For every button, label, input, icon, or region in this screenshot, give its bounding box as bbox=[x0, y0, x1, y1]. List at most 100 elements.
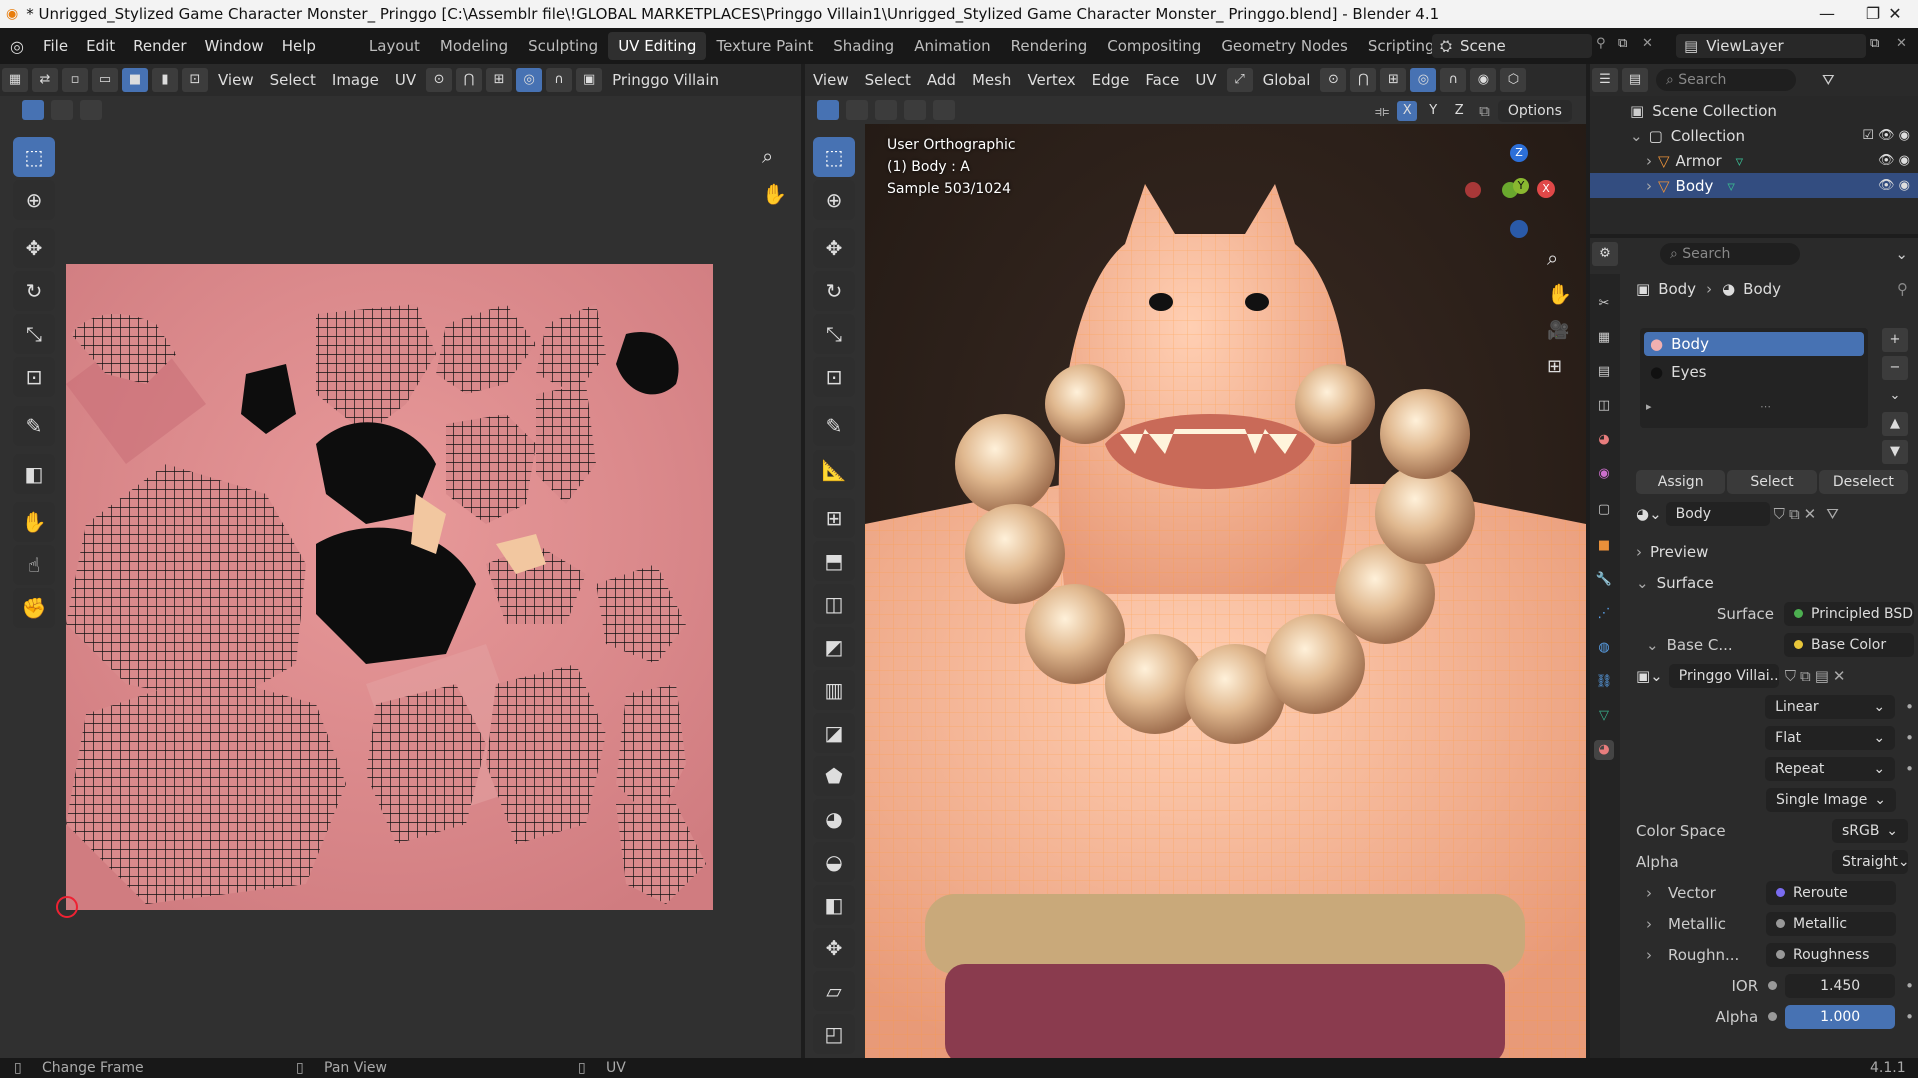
uv-editor[interactable]: ▦ ⇄ ▫ ▭ ■ ▮ ⊡ View Select Image UV ⊙ ⋂ ⊞… bbox=[0, 64, 801, 1058]
display-mode-icon[interactable]: ▤ bbox=[1622, 68, 1648, 92]
vp-menu-face[interactable]: Face bbox=[1137, 71, 1187, 89]
tool-scale[interactable]: ⤡ bbox=[13, 314, 55, 354]
options-dropdown[interactable]: Options bbox=[1497, 100, 1572, 122]
tool-pinch[interactable]: ✊ bbox=[13, 588, 55, 628]
select-extend-icon[interactable] bbox=[51, 100, 73, 120]
gizmo-neg-z-axis[interactable] bbox=[1510, 220, 1528, 238]
tool-cursor[interactable]: ⊕ bbox=[13, 180, 55, 220]
vp-tool-shrink-fatten[interactable]: ✥ bbox=[813, 928, 855, 968]
select-subtract-icon[interactable] bbox=[80, 100, 102, 120]
tool-grab[interactable]: ✋ bbox=[13, 502, 55, 542]
render-tab-icon[interactable]: ▦ bbox=[1594, 328, 1614, 348]
add-slot-icon[interactable]: + bbox=[1882, 328, 1908, 352]
image-save-icon[interactable]: ▤ bbox=[1815, 667, 1829, 685]
body-visibility-toggles[interactable]: 👁 ◉ bbox=[1878, 178, 1910, 193]
ior-value-field[interactable]: 1.450 bbox=[1785, 973, 1896, 998]
image-name-field[interactable]: Pringgo Villain bbox=[604, 71, 727, 89]
collection-row[interactable]: ⌄ ▢ Collection ☑ 👁 ◉ bbox=[1590, 123, 1918, 148]
armor-visibility-toggles[interactable]: 👁 ◉ bbox=[1878, 153, 1910, 168]
snap-icon[interactable]: ⋂ bbox=[456, 68, 483, 92]
viewport-gizmo-icon[interactable]: ⬡ bbox=[1500, 68, 1527, 92]
select-new-icon[interactable] bbox=[22, 100, 44, 120]
interpolation-dropdown[interactable]: Linear ⌄ bbox=[1765, 694, 1896, 719]
proj-keyframe-dot-icon[interactable]: • bbox=[1905, 729, 1914, 747]
vp-tool-cursor[interactable]: ⊕ bbox=[813, 180, 855, 220]
close-button[interactable]: ✕ bbox=[1872, 0, 1918, 28]
alpha-keyframe-dot-icon[interactable]: • bbox=[1905, 1008, 1914, 1026]
color-space-dropdown[interactable]: sRGB ⌄ bbox=[1832, 818, 1908, 843]
vector-input-field[interactable]: Reroute bbox=[1766, 880, 1896, 905]
snap-toggle-icon[interactable]: ⋂ bbox=[1350, 68, 1377, 92]
alpha-mode-dropdown[interactable]: Straight ⌄ bbox=[1832, 849, 1910, 874]
new-viewlayer-icon[interactable]: ⧉ bbox=[1870, 36, 1879, 51]
viewport-visibility-icon[interactable]: ◉ bbox=[1470, 68, 1497, 92]
mirror-x-button[interactable]: X bbox=[1397, 101, 1418, 121]
tool-select-box[interactable]: ⬚ bbox=[13, 137, 55, 177]
delete-scene-icon[interactable]: ✕ bbox=[1642, 36, 1653, 51]
orientation-dropdown[interactable]: Global bbox=[1255, 71, 1319, 89]
remove-slot-icon[interactable]: − bbox=[1882, 356, 1908, 380]
tab-compositing[interactable]: Compositing bbox=[1097, 32, 1211, 60]
node-filter-icon[interactable]: ⛛ bbox=[1826, 505, 1839, 523]
vp-tool-spin[interactable]: ◕ bbox=[813, 799, 855, 839]
2d-cursor-icon[interactable] bbox=[56, 896, 78, 918]
gizmo-y-axis[interactable]: Y bbox=[1513, 178, 1529, 194]
extension-dropdown[interactable]: Repeat ⌄ bbox=[1765, 756, 1896, 781]
outliner-editor-type-icon[interactable]: ☰ bbox=[1592, 68, 1618, 92]
vp-tool-rotate[interactable]: ↻ bbox=[813, 271, 855, 311]
proportional-editing-icon[interactable]: ◎ bbox=[1410, 68, 1437, 92]
tool-rip[interactable]: ◧ bbox=[13, 454, 55, 494]
outliner-item-armor[interactable]: › ▽ Armor ▿ 👁 ◉ bbox=[1590, 148, 1918, 173]
pivot-point-icon[interactable]: ⊙ bbox=[1320, 68, 1347, 92]
tool-transform[interactable]: ⊡ bbox=[13, 357, 55, 397]
vp-tool-measure[interactable]: 📐 bbox=[813, 450, 855, 490]
delete-viewlayer-icon[interactable]: ✕ bbox=[1896, 36, 1907, 51]
alpha-value-field[interactable]: 1.000 bbox=[1785, 1004, 1896, 1029]
base-color-expand-icon[interactable]: ⌄ bbox=[1646, 636, 1659, 654]
material-name-field[interactable]: Body bbox=[1665, 502, 1770, 526]
properties-search-field[interactable]: ⌕ Search bbox=[1660, 243, 1800, 265]
tool-tab-icon[interactable]: ✂ bbox=[1594, 294, 1614, 314]
tab-geometry-nodes[interactable]: Geometry Nodes bbox=[1211, 32, 1358, 60]
outliner-item-body[interactable]: › ▽ Body ▿ 👁 ◉ bbox=[1590, 173, 1918, 198]
vp-menu-select[interactable]: Select bbox=[857, 71, 919, 89]
image-browse-icon[interactable]: ▣ bbox=[576, 68, 603, 92]
vp-tool-select-box[interactable]: ⬚ bbox=[813, 137, 855, 177]
viewlayer-selector[interactable]: ▤ ViewLayer bbox=[1676, 34, 1866, 58]
properties-options-icon[interactable]: ⌄ bbox=[1895, 245, 1908, 263]
tab-modeling[interactable]: Modeling bbox=[430, 32, 518, 60]
tab-texture-paint[interactable]: Texture Paint bbox=[706, 32, 823, 60]
image-source-dropdown[interactable]: Single Image ⌄ bbox=[1766, 787, 1896, 812]
physics-tab-icon[interactable]: ◍ bbox=[1594, 638, 1614, 658]
tool-move[interactable]: ✥ bbox=[13, 228, 55, 268]
metallic-expand-icon[interactable]: › bbox=[1646, 915, 1652, 933]
vertex-select-mode-icon[interactable]: ▫ bbox=[62, 68, 88, 92]
unlink-material-icon[interactable]: ✕ bbox=[1804, 505, 1817, 523]
constraints-tab-icon[interactable]: ⛓ bbox=[1594, 672, 1614, 692]
output-tab-icon[interactable]: ▤ bbox=[1594, 362, 1614, 382]
viewport-zoom-icon[interactable]: ⌕ bbox=[1547, 246, 1558, 270]
vp-tool-transform[interactable]: ⊡ bbox=[813, 357, 855, 397]
ext-keyframe-dot-icon[interactable]: • bbox=[1905, 760, 1914, 778]
tab-rendering[interactable]: Rendering bbox=[1001, 32, 1098, 60]
list-resize-icon[interactable]: ⋯ bbox=[1760, 400, 1771, 413]
proportional-edit-icon[interactable]: ◎ bbox=[516, 68, 543, 92]
collection-expand-icon[interactable]: ⌄ bbox=[1630, 127, 1643, 145]
vp-tool-annotate[interactable]: ✎ bbox=[813, 406, 855, 446]
vp-tool-inset[interactable]: ◫ bbox=[813, 584, 855, 624]
particles-tab-icon[interactable]: ⋰ bbox=[1594, 604, 1614, 624]
move-slot-up-icon[interactable]: ▲ bbox=[1882, 412, 1908, 436]
image-browse-dropdown-icon[interactable]: ▣⌄ bbox=[1636, 667, 1663, 685]
select-button[interactable]: Select bbox=[1727, 470, 1817, 494]
collection-toggles[interactable]: ☑ 👁 ◉ bbox=[1862, 128, 1910, 143]
vp-tool-shear[interactable]: ▱ bbox=[813, 971, 855, 1011]
tab-uv-editing[interactable]: UV Editing bbox=[608, 32, 707, 60]
vp-tool-extrude[interactable]: ⬒ bbox=[813, 541, 855, 581]
proportional-falloff-icon[interactable]: ∩ bbox=[1440, 68, 1467, 92]
object-tab-icon[interactable]: ■ bbox=[1594, 536, 1614, 556]
menu-file[interactable]: File bbox=[34, 37, 77, 55]
material-tab-icon[interactable]: ◕ bbox=[1594, 740, 1614, 760]
uv-menu-select[interactable]: Select bbox=[262, 71, 324, 89]
vp-tool-poly-build[interactable]: ⬟ bbox=[813, 756, 855, 796]
outliner-search-field[interactable]: ⌕ Search bbox=[1656, 69, 1796, 91]
